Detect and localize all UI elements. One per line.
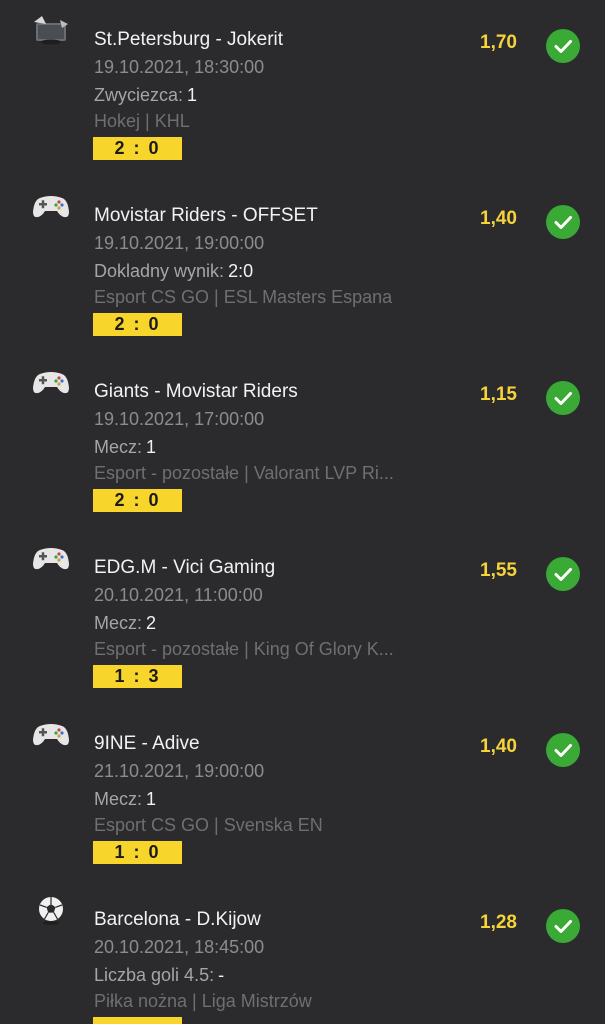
event-title: Movistar Riders - OFFSET [94,205,318,226]
event-title: St.Petersburg - Jokerit [94,29,284,50]
score-badge: 2 : 0 [93,137,182,160]
event-date: 21.10.2021, 19:00:00 [94,761,265,781]
event-title: EDG.M - Vici Gaming [94,557,276,578]
market-label: Liczba goli 4.5: [94,965,215,985]
market-pick: - [218,965,225,985]
odds-value: 1,40 [480,208,517,229]
league-label: Esport CS GO | Svenska EN [94,815,323,835]
bet-market: Mecz: 1 [94,437,156,458]
league-label: Esport - pozostałe | King Of Glory K... [94,639,394,659]
bet-item[interactable]: Movistar Riders - OFFSET 19.10.2021, 19:… [0,176,605,352]
league-label: Esport CS GO | ESL Masters Espana [94,287,393,307]
bet-market: Mecz: 1 [94,789,156,810]
score-badge [93,1017,182,1024]
bet-market: Dokladny wynik: 2:0 [94,261,253,282]
bet-market: Zwyciezca: 1 [94,85,197,106]
gamepad-icon [32,366,70,398]
bet-item[interactable]: Giants - Movistar Riders 19.10.2021, 17:… [0,352,605,528]
bet-market: Liczba goli 4.5: - [94,965,224,986]
score-badge: 1 : 0 [93,841,182,864]
check-icon [546,909,580,943]
market-label: Mecz: [94,613,143,633]
gamepad-icon [32,190,70,222]
market-label: Dokladny wynik: [94,261,225,281]
odds-value: 1,55 [480,560,517,581]
odds-value: 1,40 [480,736,517,757]
gamepad-icon [32,542,70,574]
event-date: 19.10.2021, 17:00:00 [94,409,265,429]
market-pick: 2:0 [228,261,254,281]
event-title: Barcelona - D.Kijow [94,909,261,930]
event-date: 20.10.2021, 18:45:00 [94,937,265,957]
odds-value: 1,28 [480,912,517,933]
football-icon [32,894,70,926]
market-label: Mecz: [94,437,143,457]
odds-value: 1,15 [480,384,517,405]
event-date: 19.10.2021, 19:00:00 [94,233,265,253]
event-title: 9INE - Adive [94,733,200,754]
market-pick: 1 [146,437,157,457]
bet-item[interactable]: St.Petersburg - Jokerit 19.10.2021, 18:3… [0,0,605,176]
market-label: Zwyciezca: [94,85,184,105]
bet-list: St.Petersburg - Jokerit 19.10.2021, 18:3… [0,0,605,1024]
league-label: Esport - pozostałe | Valorant LVP Ri... [94,463,394,483]
score-badge: 2 : 0 [93,313,182,336]
hockey-icon [32,14,70,46]
check-icon [546,29,580,63]
check-icon [546,381,580,415]
market-pick: 1 [187,85,198,105]
market-label: Mecz: [94,789,143,809]
score-badge: 2 : 0 [93,489,182,512]
gamepad-icon [32,718,70,750]
check-icon [546,205,580,239]
bet-item[interactable]: EDG.M - Vici Gaming 20.10.2021, 11:00:00… [0,528,605,704]
odds-value: 1,70 [480,32,517,53]
bet-item[interactable]: 9INE - Adive 21.10.2021, 19:00:00 Mecz: 1… [0,704,605,880]
bet-market: Mecz: 2 [94,613,156,634]
event-date: 19.10.2021, 18:30:00 [94,57,265,77]
market-pick: 2 [146,613,157,633]
score-badge: 1 : 3 [93,665,182,688]
event-title: Giants - Movistar Riders [94,381,298,402]
market-pick: 1 [146,789,157,809]
check-icon [546,557,580,591]
bet-item[interactable]: Barcelona - D.Kijow 20.10.2021, 18:45:00… [0,880,605,1024]
league-label: Piłka nożna | Liga Mistrzów [94,991,312,1011]
check-icon [546,733,580,767]
league-label: Hokej | KHL [94,111,190,131]
event-date: 20.10.2021, 11:00:00 [94,585,263,605]
